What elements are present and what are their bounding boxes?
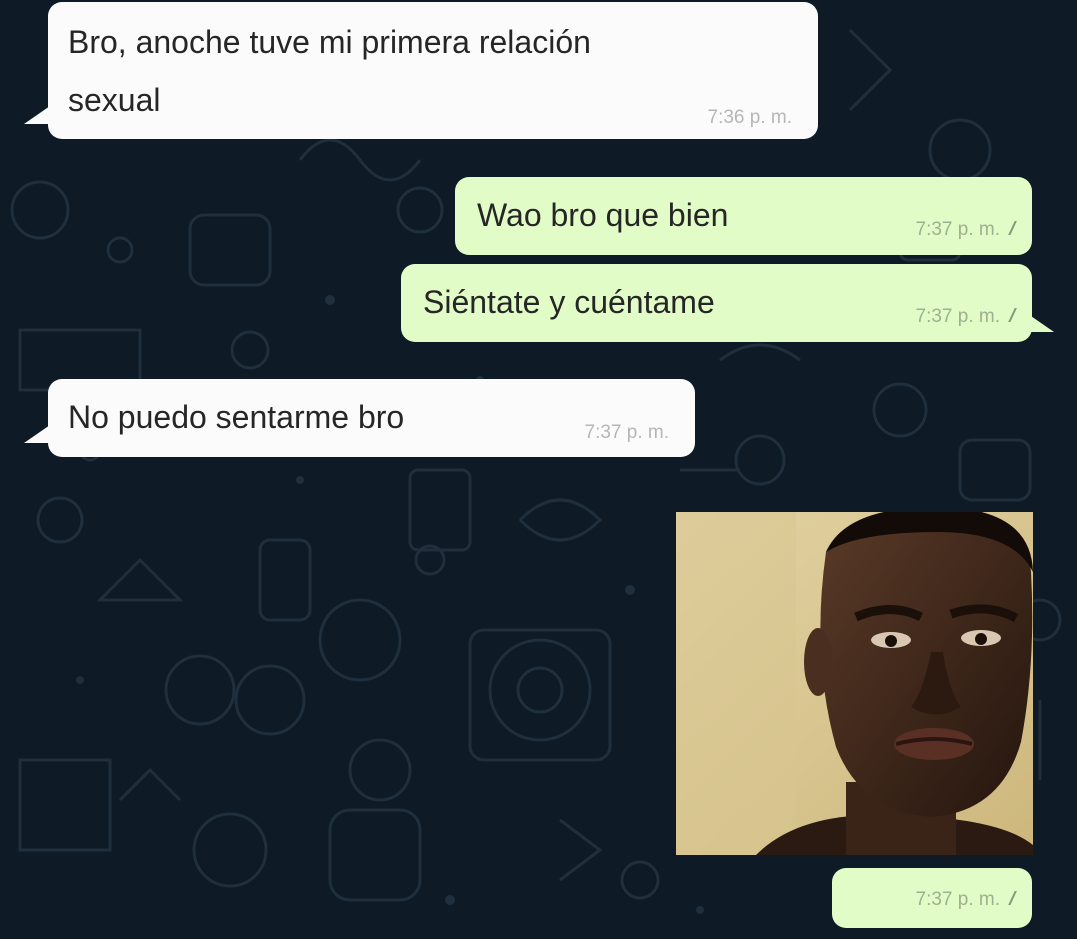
bubble-tail — [24, 106, 50, 124]
message-bubble-outgoing[interactable]: Siéntate y cuéntame 7:37 p. m.// — [401, 264, 1054, 342]
message-bubble-incoming[interactable]: Bro, anoche tuve mi primera relación sex… — [24, 2, 818, 139]
message-time: 7:37 p. m. — [584, 422, 670, 443]
message-meta: 7:37 p. m.// — [915, 219, 1017, 241]
message-time: 7:36 p. m. — [707, 107, 793, 128]
message-meta: 7:37 p. m.// — [915, 306, 1017, 328]
message-text: No puedo sentarme bro — [68, 399, 405, 435]
message-time: 7:37 p. m. — [915, 889, 1001, 910]
message-text: Bro, anoche tuve mi primera relación — [68, 24, 591, 60]
man-face-photo[interactable] — [676, 512, 1033, 855]
message-time: 7:37 p. m. — [915, 306, 1001, 327]
bubble-tail — [24, 425, 50, 443]
message-text-line2: sexual — [68, 82, 161, 118]
message-meta-bubble: 7:37 p. m.// — [832, 868, 1032, 928]
photo-illustration — [676, 512, 1033, 855]
message-text: Wao bro que bien — [477, 197, 729, 233]
message-text: Siéntate y cuéntame — [423, 284, 715, 320]
message-meta: 7:37 p. m.// — [915, 889, 1017, 911]
bubble-tail — [1028, 314, 1054, 332]
message-time: 7:37 p. m. — [915, 219, 1001, 240]
message-bubble-outgoing[interactable]: Wao bro que bien 7:37 p. m.// — [455, 177, 1032, 255]
message-bubble-incoming[interactable]: No puedo sentarme bro 7:37 p. m. — [24, 379, 695, 457]
